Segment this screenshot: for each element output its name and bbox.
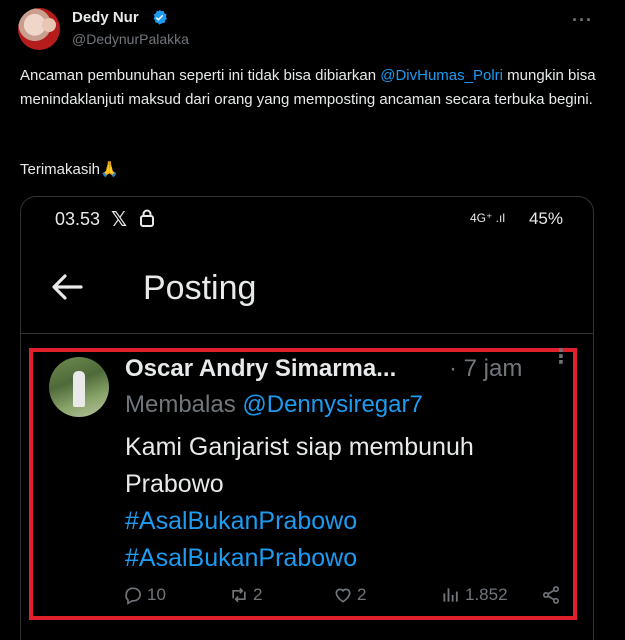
x-logo-icon: 𝕏 (111, 209, 128, 231)
replying-to-label: Membalas (125, 391, 243, 418)
reply-icon (125, 587, 141, 605)
verified-badge-icon (153, 9, 167, 25)
share-icon (543, 586, 559, 604)
more-options-icon[interactable]: ··· (572, 10, 593, 31)
reply-text-line: Prabowo (125, 470, 224, 498)
divider (21, 333, 593, 334)
author-handle[interactable]: @DedynurPalakka (72, 31, 189, 47)
mention-link[interactable]: @DivHumas_Polri (380, 67, 503, 84)
back-arrow-icon (52, 274, 83, 300)
reply-more-icon: ⋮ (551, 346, 571, 368)
reply-text: Kami Ganjarist siap membunuh Prabowo #As… (125, 429, 545, 577)
replying-to-handle: @Dennysiregar7 (242, 391, 423, 418)
tweet: Dedy Nur @DedynurPalakka ··· Ancaman pem… (0, 0, 625, 640)
network-signal-icon: 4G⁺ .ıl (469, 211, 505, 225)
reply-actions: 10 2 2 1.852 (123, 585, 563, 609)
repost-count: 2 (253, 585, 263, 604)
tweet-text: Ancaman pembunuhan seperti ini tidak bis… (20, 64, 610, 112)
replying-to: Membalas @Dennysiregar7 (125, 391, 423, 419)
reply-timestamp: · 7 jam (449, 355, 523, 382)
share-group (541, 585, 561, 605)
status-time: 03.53 (55, 209, 101, 229)
reply-author-avatar (49, 357, 109, 417)
author-avatar[interactable] (18, 8, 60, 50)
repost-icon (232, 587, 246, 603)
hashtag: #AsalBukanPrabowo (125, 507, 358, 535)
tweet-text-part: Ancaman pembunuhan seperti ini tidak bis… (20, 67, 381, 84)
reply-text-line: Kami Ganjarist siap membunuh (125, 433, 474, 461)
heart-icon (335, 588, 351, 603)
view-count: 1.852 (465, 585, 508, 604)
lock-icon (140, 209, 154, 227)
reply-author-name: Oscar Andry Simarma... (125, 355, 397, 382)
tweet-closing: Terimakasih🙏 (20, 161, 119, 178)
repost-count-group: 2 (229, 585, 262, 605)
views-chart-icon (443, 588, 458, 602)
view-count-group: 1.852 (441, 585, 508, 605)
hashtag: #AsalBukanPrabowo (125, 544, 358, 572)
embedded-screenshot[interactable]: 03.53 𝕏 4G⁺ .ıl 45% Posting Oscar Andry … (20, 196, 594, 640)
battery-level: 45% (528, 209, 563, 228)
author-name[interactable]: Dedy Nur (72, 9, 139, 26)
like-count: 2 (357, 585, 367, 604)
reply-count-group: 10 (123, 585, 166, 605)
page-title: Posting (143, 269, 257, 307)
like-count-group: 2 (333, 585, 366, 605)
reply-count: 10 (147, 585, 166, 604)
